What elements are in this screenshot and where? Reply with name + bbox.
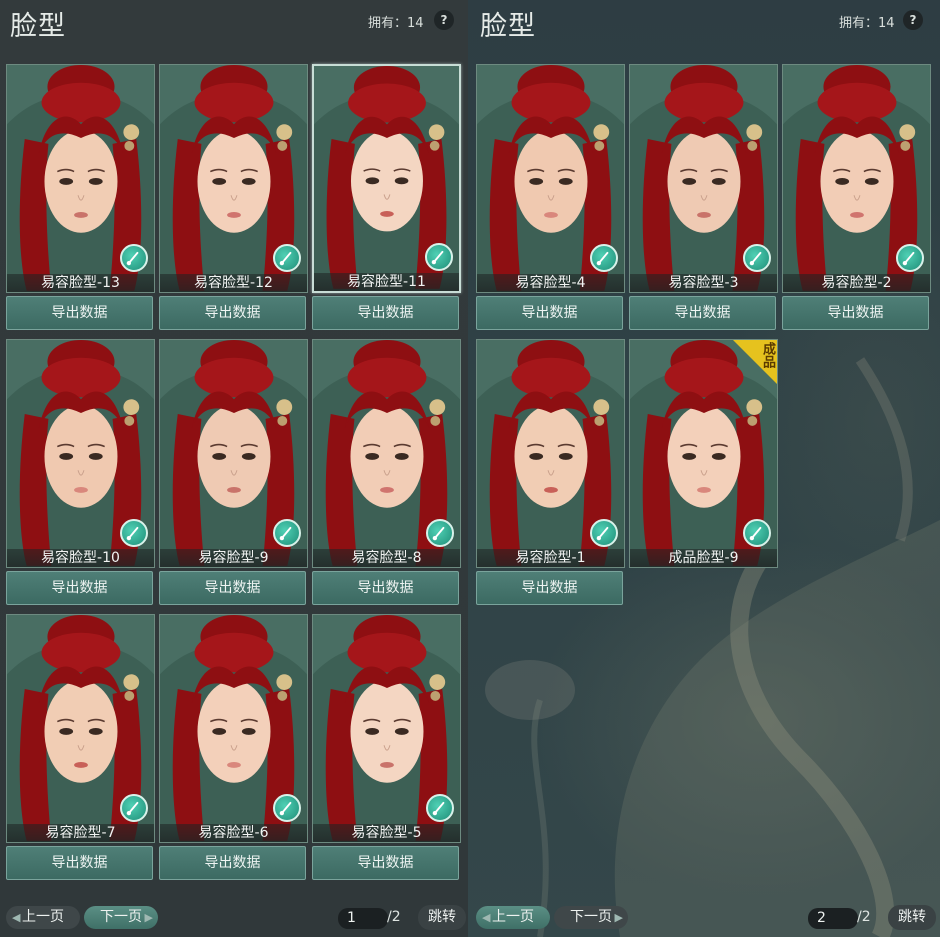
help-icon[interactable]: ? (903, 10, 923, 30)
face-card[interactable]: 易容脸型-13 (6, 64, 155, 293)
face-card[interactable]: 易容脸型-5 (312, 614, 461, 843)
brush-icon (590, 244, 618, 272)
face-card-label: 易容脸型-10 (7, 549, 154, 567)
owned-count: 拥有：14 (368, 16, 424, 31)
face-card-label: 易容脸型-13 (7, 274, 154, 292)
face-card[interactable]: 成品 成品脸型-9 (629, 339, 778, 568)
face-card-label: 易容脸型-9 (160, 549, 307, 567)
brush-icon (273, 519, 301, 547)
jump-button[interactable]: 跳转 (418, 905, 466, 930)
face-card-label: 易容脸型-8 (313, 549, 460, 567)
next-page-label: 下一页 (570, 909, 612, 925)
face-card-label: 成品脸型-9 (630, 549, 777, 567)
brush-icon (120, 519, 148, 547)
brush-icon (743, 519, 771, 547)
owned-count: 拥有：14 (839, 16, 895, 31)
face-card-label: 易容脸型-4 (477, 274, 624, 292)
next-page-button[interactable]: 下一页 ▶ (554, 906, 628, 929)
help-icon[interactable]: ? (434, 10, 454, 30)
brush-icon (743, 244, 771, 272)
chevron-right-icon: ▶ (614, 911, 623, 924)
prev-page-button[interactable]: ◀ 上一页 (476, 906, 550, 929)
export-data-button[interactable]: 导出数据 (159, 571, 306, 605)
export-data-button[interactable]: 导出数据 (159, 846, 306, 880)
brush-icon (120, 244, 148, 272)
face-card[interactable]: 易容脸型-11 (312, 64, 461, 293)
prev-page-label: 上一页 (22, 909, 64, 925)
export-data-button[interactable]: 导出数据 (6, 571, 153, 605)
brush-icon (120, 794, 148, 822)
prev-page-label: 上一页 (492, 909, 534, 925)
brush-icon (425, 243, 453, 271)
face-card-label: 易容脸型-2 (783, 274, 930, 292)
face-card[interactable]: 易容脸型-6 (159, 614, 308, 843)
export-data-button[interactable]: 导出数据 (476, 296, 623, 330)
brush-icon (590, 519, 618, 547)
face-card[interactable]: 易容脸型-10 (6, 339, 155, 568)
face-card[interactable]: 易容脸型-9 (159, 339, 308, 568)
export-data-button[interactable]: 导出数据 (159, 296, 306, 330)
export-data-button[interactable]: 导出数据 (782, 296, 929, 330)
page-total: /2 (857, 909, 871, 925)
panel-title: 脸型 (480, 11, 536, 42)
badge-label: 成品 (760, 342, 775, 368)
face-card-label: 易容脸型-5 (313, 824, 460, 842)
brush-icon (896, 244, 924, 272)
next-page-button[interactable]: 下一页 ▶ (84, 906, 158, 929)
face-card[interactable]: 易容脸型-8 (312, 339, 461, 568)
next-page-label: 下一页 (100, 909, 142, 925)
face-card-label: 易容脸型-12 (160, 274, 307, 292)
face-card-label: 易容脸型-1 (477, 549, 624, 567)
page-total: /2 (387, 909, 401, 925)
export-data-button[interactable]: 导出数据 (312, 846, 459, 880)
face-card-label: 易容脸型-3 (630, 274, 777, 292)
chevron-left-icon: ◀ (482, 911, 491, 924)
chevron-right-icon: ▶ (144, 911, 153, 924)
page-input[interactable]: 2 (808, 908, 858, 929)
export-data-button[interactable]: 导出数据 (6, 296, 153, 330)
export-data-button[interactable]: 导出数据 (6, 846, 153, 880)
brush-icon (426, 519, 454, 547)
brush-icon (273, 244, 301, 272)
face-card[interactable]: 易容脸型-3 (629, 64, 778, 293)
export-data-button[interactable]: 导出数据 (312, 571, 459, 605)
face-card[interactable]: 易容脸型-1 (476, 339, 625, 568)
brush-icon (426, 794, 454, 822)
face-card-label: 易容脸型-6 (160, 824, 307, 842)
export-data-button[interactable]: 导出数据 (476, 571, 623, 605)
chevron-left-icon: ◀ (12, 911, 21, 924)
export-data-button[interactable]: 导出数据 (629, 296, 776, 330)
export-data-button[interactable]: 导出数据 (312, 296, 459, 330)
face-card[interactable]: 易容脸型-4 (476, 64, 625, 293)
brush-icon (273, 794, 301, 822)
face-card[interactable]: 易容脸型-2 (782, 64, 931, 293)
jump-button[interactable]: 跳转 (888, 905, 936, 930)
page-input[interactable]: 1 (338, 908, 388, 929)
prev-page-button[interactable]: ◀ 上一页 (6, 906, 80, 929)
face-card[interactable]: 易容脸型-7 (6, 614, 155, 843)
face-card-label: 易容脸型-7 (7, 824, 154, 842)
face-card[interactable]: 易容脸型-12 (159, 64, 308, 293)
panel-title: 脸型 (10, 11, 66, 42)
face-card-label: 易容脸型-11 (314, 273, 459, 291)
